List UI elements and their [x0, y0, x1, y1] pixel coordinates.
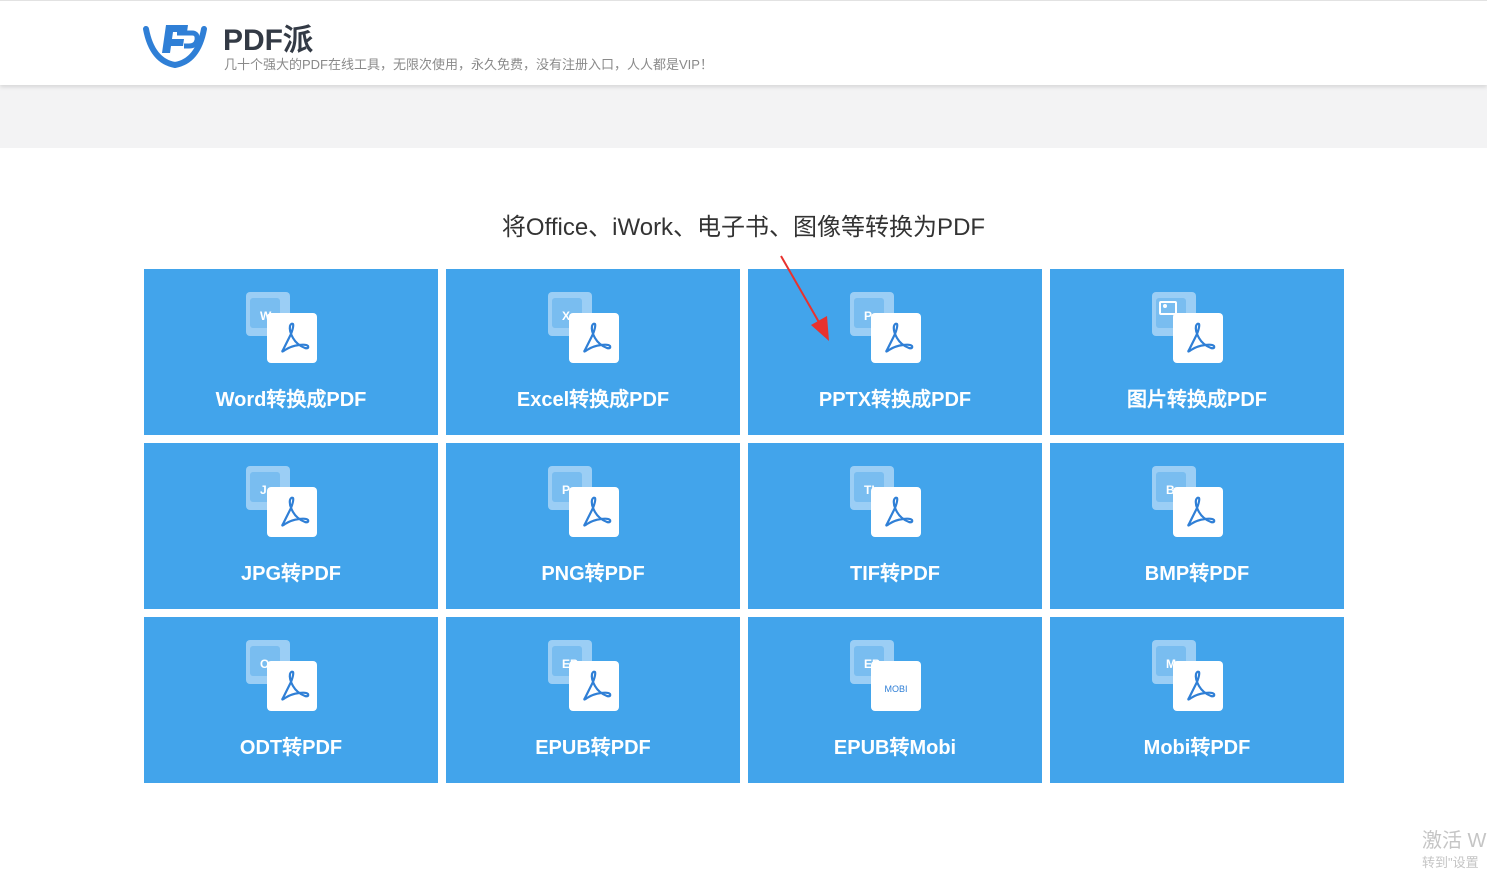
tile-label: Excel转换成PDF [516, 389, 670, 411]
tile-label: PNG转PDF [541, 563, 645, 585]
pptx-to-pdf-tile[interactable]: P PPTX转换成PDF [748, 269, 1042, 435]
svg-text:J: J [260, 483, 267, 497]
tile-label: ODT转PDF [239, 737, 343, 759]
epub-to-mobi-icon: EPMOBI [850, 640, 922, 712]
jpg-to-pdf-tile[interactable]: J JPG转PDF [144, 443, 438, 609]
svg-text:MOBI: MOBI [884, 684, 907, 694]
mobi-to-pdf-tile[interactable]: M Mobi转PDF [1050, 617, 1344, 783]
mobi-to-pdf-icon: M [1152, 640, 1224, 712]
tile-label: PPTX转换成PDF [818, 389, 972, 411]
tile-label: EPUB转Mobi [833, 737, 957, 759]
tile-label: Mobi转PDF [1143, 737, 1251, 759]
image-to-pdf-tile[interactable]: 图片转换成PDF [1050, 269, 1344, 435]
banner-band [0, 85, 1487, 148]
svg-text:P: P [864, 309, 872, 323]
png-to-pdf-tile[interactable]: P PNG转PDF [446, 443, 740, 609]
epub-to-pdf-tile[interactable]: EP EPUB转PDF [446, 617, 740, 783]
brand-tagline: 几十个强大的PDF在线工具，无限次使用，永久免费，没有注册入口，人人都是VIP！ [224, 57, 713, 72]
tile-label: BMP转PDF [1144, 563, 1250, 585]
tile-label: 图片转换成PDF [1127, 389, 1267, 411]
word-to-pdf-icon: W [246, 292, 318, 364]
tile-label: JPG转PDF [240, 563, 342, 585]
bmp-to-pdf-icon: B [1152, 466, 1224, 538]
tile-label: TIF转PDF [850, 563, 940, 585]
word-to-pdf-tile[interactable]: W Word转换成PDF [144, 269, 438, 435]
brand-name[interactable]: PDF派 [223, 15, 313, 59]
excel-to-pdf-icon: X [548, 292, 620, 364]
svg-text:X: X [562, 309, 570, 323]
tif-to-pdf-icon: TI [850, 466, 922, 538]
odt-to-pdf-icon: O [246, 640, 318, 712]
excel-to-pdf-tile[interactable]: X Excel转换成PDF [446, 269, 740, 435]
tile-label: Word转换成PDF [215, 389, 367, 411]
pdfpai-logo-icon[interactable] [142, 19, 208, 69]
site-header: PDF派 几十个强大的PDF在线工具，无限次使用，永久免费，没有注册入口，人人都… [0, 0, 1487, 85]
epub-to-mobi-tile[interactable]: EPMOBI EPUB转Mobi [748, 617, 1042, 783]
png-to-pdf-icon: P [548, 466, 620, 538]
tool-grid: W Word转换成PDF X Excel转换成PDF P PPTX转换成PDF 图片转换成P… [144, 269, 1344, 783]
pptx-to-pdf-icon: P [850, 292, 922, 364]
jpg-to-pdf-icon: J [246, 466, 318, 538]
epub-to-pdf-icon: EP [548, 640, 620, 712]
image-to-pdf-icon [1152, 292, 1224, 364]
activation-watermark-hint: 转到"设置 [1422, 855, 1479, 870]
odt-to-pdf-tile[interactable]: O ODT转PDF [144, 617, 438, 783]
tile-label: EPUB转PDF [535, 737, 651, 759]
bmp-to-pdf-tile[interactable]: B BMP转PDF [1050, 443, 1344, 609]
tif-to-pdf-tile[interactable]: TI TIF转PDF [748, 443, 1042, 609]
activation-watermark-title: 激活 W [1422, 830, 1487, 852]
section-title: 将Office、iWork、电子书、图像等转换为PDF [501, 214, 986, 241]
svg-text:P: P [562, 483, 570, 497]
